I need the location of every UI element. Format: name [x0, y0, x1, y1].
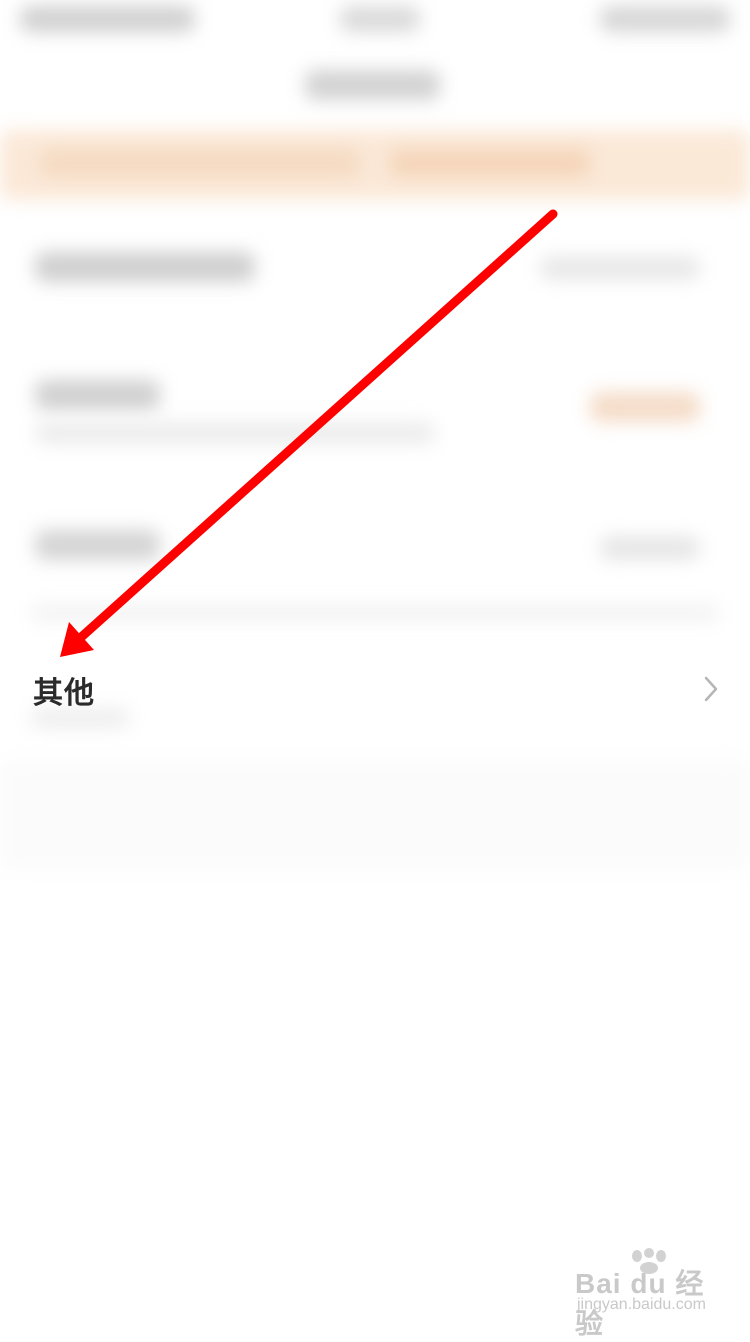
watermark-url: jingyan.baidu.com: [577, 1296, 706, 1313]
annotation-arrow: [60, 209, 558, 657]
baidu-jingyan-watermark: Bai du 经验 jingyan.baidu.com: [575, 1248, 725, 1339]
